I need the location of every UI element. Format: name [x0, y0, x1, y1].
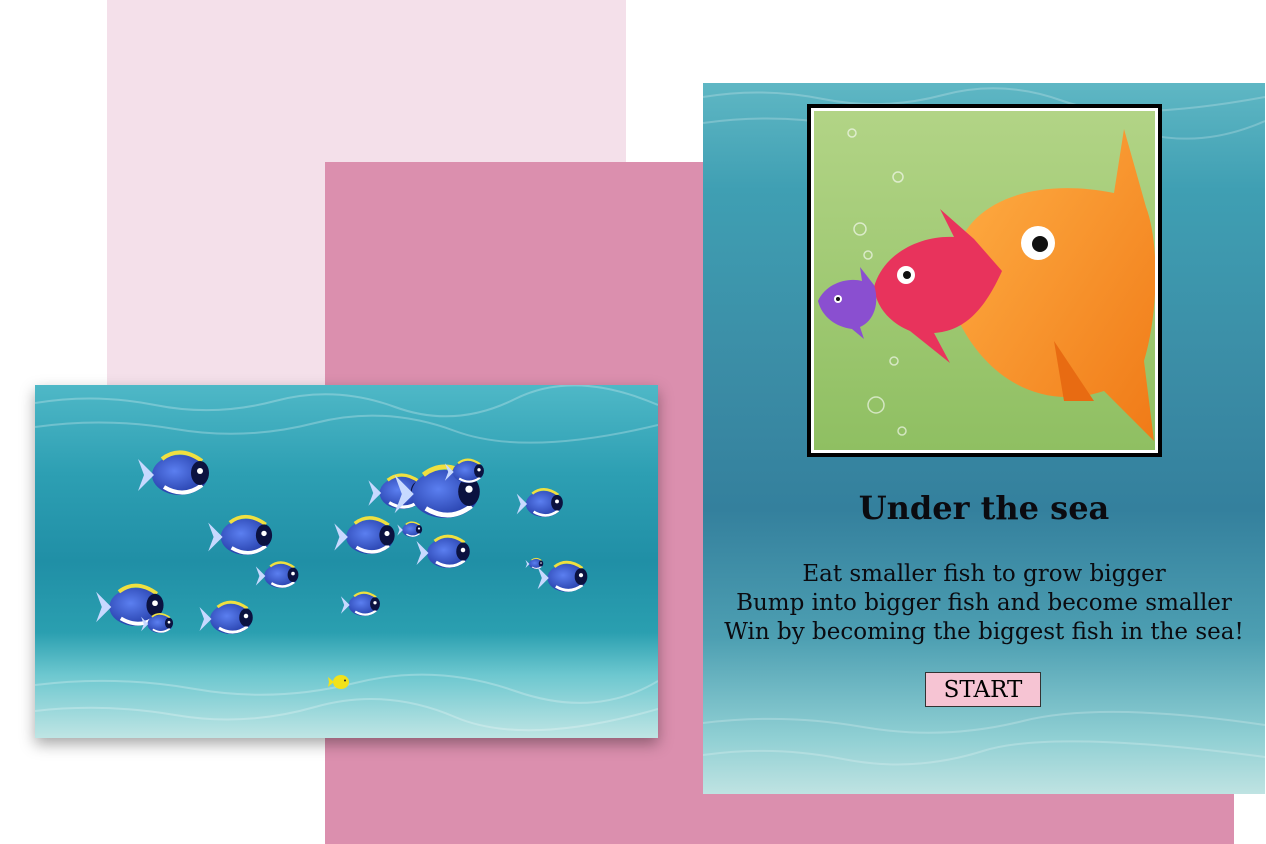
enemy-fish	[525, 557, 544, 569]
rule-line: Bump into bigger fish and become smaller	[736, 590, 1232, 616]
game-rules: Eat smaller fish to grow bigger Bump int…	[703, 560, 1265, 647]
start-button[interactable]: START	[925, 672, 1041, 707]
fish-eating-fish-painting	[814, 111, 1155, 450]
start-screen: Under the sea Eat smaller fish to grow b…	[703, 83, 1265, 794]
fish-artwork	[807, 104, 1162, 457]
enemy-fish	[397, 521, 423, 537]
game-title: Under the sea	[858, 489, 1110, 527]
enemy-fish	[516, 488, 563, 517]
underwater-scene	[35, 385, 658, 732]
enemy-fish	[416, 534, 470, 568]
enemy-fish	[537, 560, 588, 592]
enemy-fish	[199, 600, 253, 634]
player-fish	[328, 675, 349, 689]
enemy-fish	[334, 516, 395, 554]
rule-line: Eat smaller fish to grow bigger	[802, 561, 1166, 587]
rule-line: Win by becoming the biggest fish in the …	[724, 619, 1244, 645]
game-screenshot	[35, 385, 658, 738]
enemy-fish	[255, 561, 299, 588]
enemy-fish	[340, 591, 380, 616]
enemy-fish	[208, 514, 273, 555]
enemy-fish	[138, 450, 209, 495]
